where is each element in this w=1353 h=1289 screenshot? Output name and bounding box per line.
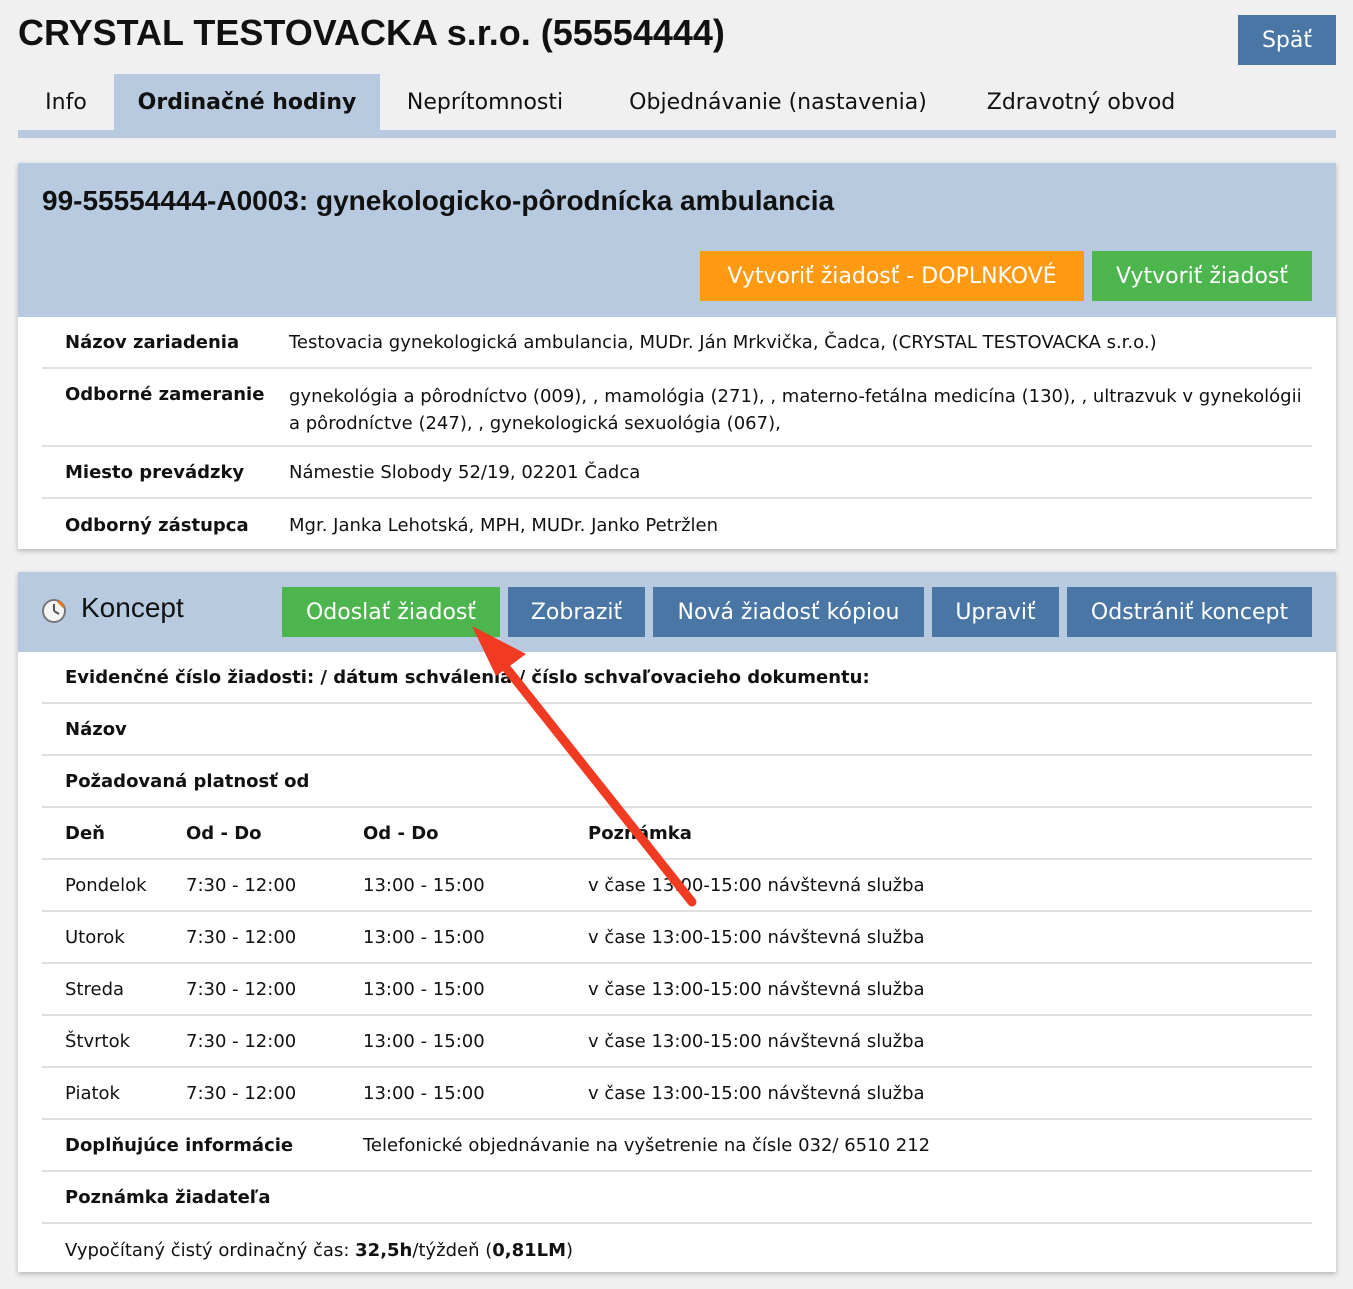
- show-button[interactable]: Zobraziť: [508, 587, 645, 637]
- edit-button[interactable]: Upraviť: [932, 587, 1059, 637]
- create-supplementary-request-button[interactable]: Vytvoriť žiadosť - DOPLNKOVÉ: [700, 251, 1084, 301]
- tab-bar: Info Ordinačné hodiny Neprítomnosti Obje…: [18, 74, 1336, 138]
- applicant-note-row: Poznámka žiadateľa: [42, 1172, 1312, 1224]
- day-cell: Streda: [65, 978, 125, 1000]
- calc-hours: 32,5h: [355, 1239, 413, 1261]
- time-cell: 7:30 - 12:00: [186, 1082, 297, 1104]
- time-cell: 13:00 - 15:00: [363, 926, 485, 948]
- tab-health-district[interactable]: Zdravotný obvod: [966, 74, 1196, 130]
- concept-label: Koncept: [81, 592, 184, 623]
- time-cell: 13:00 - 15:00: [363, 978, 485, 1000]
- calc-prefix: Vypočítaný čistý ordinačný čas:: [65, 1239, 356, 1261]
- time-cell: 7:30 - 12:00: [186, 874, 297, 896]
- concept-panel: Koncept Odoslať žiadosť Zobraziť Nová ži…: [18, 572, 1336, 1272]
- field-row: Miesto prevádzky Námestie Slobody 52/19,…: [42, 447, 1312, 499]
- field-value: Testovacia gynekologická ambulancia, MUD…: [289, 331, 1157, 353]
- note-cell: v čase 13:00-15:00 návštevná služba: [588, 926, 925, 948]
- unit-panel-header: 99-55554444-A0003: gynekologicko-pôrodní…: [18, 163, 1336, 317]
- page-title: CRYSTAL TESTOVACKA s.r.o. (55554444): [18, 12, 725, 53]
- new-request-copy-button[interactable]: Nová žiadosť kópiou: [653, 587, 924, 637]
- day-cell: Piatok: [65, 1082, 120, 1104]
- calc-lm: 0,81LM: [492, 1239, 567, 1261]
- time-cell: 13:00 - 15:00: [363, 1030, 485, 1052]
- name-row: Názov: [42, 704, 1312, 756]
- back-button[interactable]: Späť: [1238, 15, 1336, 65]
- field-value: Mgr. Janka Lehotská, MPH, MUDr. Janko Pe…: [289, 514, 719, 536]
- tab-ordering-settings[interactable]: Objednávanie (nastavenia): [590, 74, 966, 130]
- send-request-button[interactable]: Odoslať žiadosť: [282, 587, 500, 637]
- table-row: Utorok 7:30 - 12:00 13:00 - 15:00 v čase…: [42, 912, 1312, 964]
- col-note: Poznámka: [588, 822, 692, 844]
- table-row: Streda 7:30 - 12:00 13:00 - 15:00 v čase…: [42, 964, 1312, 1016]
- delete-concept-button[interactable]: Odstrániť koncept: [1067, 587, 1312, 637]
- note-cell: v čase 13:00-15:00 návštevná služba: [588, 874, 925, 896]
- validity-label: Požadovaná platnosť od: [65, 770, 310, 792]
- day-cell: Utorok: [65, 926, 125, 948]
- field-label: Odborný zástupca: [65, 514, 249, 536]
- evidence-label: Evidenčné číslo žiadosti: / dátum schvál…: [65, 666, 870, 688]
- field-label: Miesto prevádzky: [65, 461, 245, 483]
- time-cell: 13:00 - 15:00: [363, 1082, 485, 1104]
- unit-panel: 99-55554444-A0003: gynekologicko-pôrodní…: [18, 163, 1336, 549]
- field-value: Námestie Slobody 52/19, 02201 Čadca: [289, 461, 641, 483]
- day-cell: Štvrtok: [65, 1030, 131, 1052]
- col-day: Deň: [65, 822, 105, 844]
- field-label: Názov zariadenia: [65, 331, 240, 353]
- concept-panel-header: Koncept Odoslať žiadosť Zobraziť Nová ži…: [18, 572, 1336, 652]
- table-row: Piatok 7:30 - 12:00 13:00 - 15:00 v čase…: [42, 1068, 1312, 1120]
- extra-info-label: Doplňujúce informácie: [65, 1134, 294, 1156]
- evidence-row: Evidenčné číslo žiadosti: / dátum schvál…: [42, 652, 1312, 704]
- tab-info[interactable]: Info: [18, 74, 114, 130]
- schedule-header-row: Deň Od - Do Od - Do Poznámka: [42, 808, 1312, 860]
- calc-row: Vypočítaný čistý ordinačný čas: 32,5h/tý…: [42, 1224, 1312, 1276]
- field-row: Odborný zástupca Mgr. Janka Lehotská, MP…: [42, 499, 1312, 551]
- validity-row: Požadovaná platnosť od: [42, 756, 1312, 808]
- time-cell: 7:30 - 12:00: [186, 978, 297, 1000]
- note-cell: v čase 13:00-15:00 návštevná služba: [588, 978, 925, 1000]
- time-cell: 13:00 - 15:00: [363, 874, 485, 896]
- calc-mid: /týždeň (: [412, 1239, 493, 1261]
- field-row: Názov zariadenia Testovacia gynekologick…: [42, 317, 1312, 369]
- field-value: gynekológia a pôrodníctvo (009), , mamol…: [289, 386, 1302, 434]
- unit-title: 99-55554444-A0003: gynekologicko-pôrodní…: [42, 185, 835, 216]
- tab-opening-hours[interactable]: Ordinačné hodiny: [114, 74, 380, 130]
- field-label: Odborné zameranie: [65, 384, 265, 405]
- field-row: Odborné zameranie gynekológia a pôrodníc…: [42, 369, 1312, 447]
- time-cell: 7:30 - 12:00: [186, 1030, 297, 1052]
- day-cell: Pondelok: [65, 874, 147, 896]
- col-from-to-2: Od - Do: [363, 822, 439, 844]
- name-label: Názov: [65, 718, 127, 740]
- time-cell: 7:30 - 12:00: [186, 926, 297, 948]
- note-cell: v čase 13:00-15:00 návštevná služba: [588, 1082, 925, 1104]
- note-cell: v čase 13:00-15:00 návštevná služba: [588, 1030, 925, 1052]
- calc-suffix: ): [566, 1239, 574, 1261]
- applicant-note-label: Poznámka žiadateľa: [65, 1186, 271, 1208]
- extra-info-row: Doplňujúce informácie Telefonické objedn…: [42, 1120, 1312, 1172]
- extra-info-value: Telefonické objednávanie na vyšetrenie n…: [363, 1134, 931, 1156]
- calc-text: Vypočítaný čistý ordinačný čas: 32,5h/tý…: [65, 1240, 573, 1261]
- col-from-to-1: Od - Do: [186, 822, 262, 844]
- unit-fields: Názov zariadenia Testovacia gynekologick…: [42, 317, 1312, 551]
- clock-icon: [42, 599, 66, 623]
- create-request-button[interactable]: Vytvoriť žiadosť: [1092, 251, 1312, 301]
- table-row: Pondelok 7:30 - 12:00 13:00 - 15:00 v ča…: [42, 860, 1312, 912]
- tab-absences[interactable]: Neprítomnosti: [380, 74, 590, 130]
- concept-fields: Evidenčné číslo žiadosti: / dátum schvál…: [42, 652, 1312, 1276]
- table-row: Štvrtok 7:30 - 12:00 13:00 - 15:00 v čas…: [42, 1016, 1312, 1068]
